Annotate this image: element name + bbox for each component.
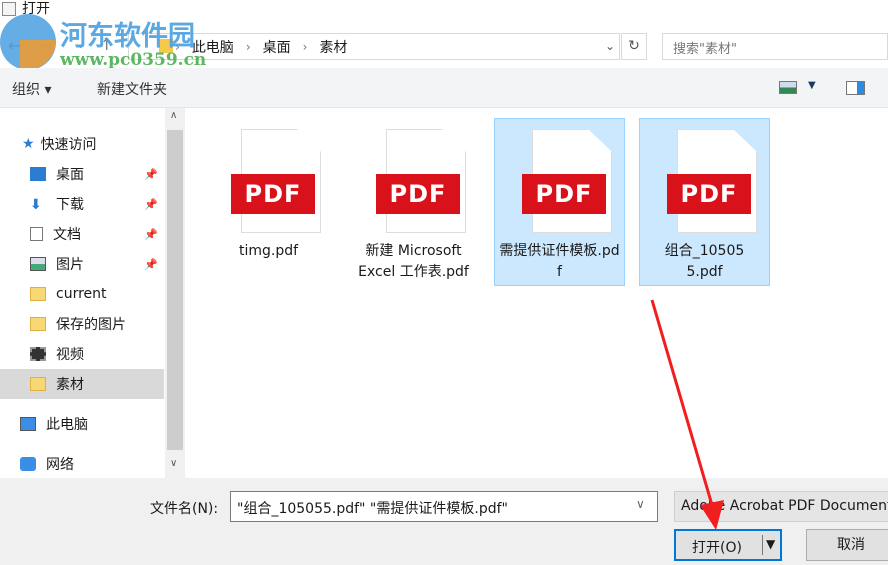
scrollbar-thumb[interactable] <box>167 130 183 450</box>
scroll-down-icon[interactable]: ∨ <box>170 458 177 469</box>
document-icon <box>30 227 43 241</box>
filename-input[interactable]: "组合_105055.pdf" "需提供证件模板.pdf" <box>230 491 658 522</box>
address-dropdown-icon[interactable]: ⌄ <box>598 34 622 59</box>
filename-label: 文件名(N): <box>150 501 219 517</box>
nav-network[interactable]: 网络 <box>0 449 164 479</box>
nav-label: 视频 <box>56 347 84 363</box>
open-button[interactable]: 打开(O) ▼ <box>674 529 782 561</box>
filename-dropdown-icon[interactable]: ∨ <box>636 497 645 511</box>
watermark-logo-accent <box>20 40 56 70</box>
file-item[interactable]: PDF timg.pdf <box>203 118 334 286</box>
pdf-icon: PDF <box>667 174 751 214</box>
download-icon: ⬇ <box>30 197 42 213</box>
nav-label: 素材 <box>56 377 84 393</box>
navigation-pane: ★ 快速访问 桌面 📌 ⬇ 下载 📌 文档 📌 图片 📌 current 保存的图片 视频 … <box>0 108 165 478</box>
chevron-right-icon: › <box>245 40 251 54</box>
desktop-icon <box>30 167 46 181</box>
nav-label: 桌面 <box>56 167 84 183</box>
nav-label: 图片 <box>56 257 84 273</box>
folder-icon <box>30 317 46 331</box>
nav-this-pc[interactable]: 此电脑 <box>0 409 164 439</box>
pdf-icon: PDF <box>522 174 606 214</box>
pin-icon: 📌 <box>144 167 158 181</box>
computer-icon <box>20 417 36 431</box>
scroll-up-icon[interactable]: ∧ <box>170 110 177 121</box>
folder-icon <box>30 377 46 391</box>
nav-documents[interactable]: 文档 📌 <box>0 219 164 249</box>
folder-icon <box>30 287 46 301</box>
pin-icon: 📌 <box>144 257 158 271</box>
cancel-button[interactable]: 取消 <box>806 529 888 561</box>
search-input[interactable]: 搜索"素材" <box>662 33 888 60</box>
file-name: timg.pdf <box>238 243 299 259</box>
file-item[interactable]: PDF 需提供证件模板.pdf <box>494 118 625 286</box>
nav-label: current <box>56 286 107 302</box>
pdf-icon: PDF <box>376 174 460 214</box>
pictures-icon <box>30 257 46 271</box>
pdf-icon: PDF <box>231 174 315 214</box>
network-icon <box>20 457 36 471</box>
open-label: 打开(O) <box>692 540 742 556</box>
chevron-right-icon: › <box>302 40 308 54</box>
nav-current[interactable]: current <box>0 279 164 309</box>
view-dropdown-icon[interactable]: ▼ <box>808 80 816 91</box>
split-divider <box>762 535 763 555</box>
crumb-desktop[interactable]: 桌面 <box>263 37 291 57</box>
nav-label: 网络 <box>46 457 74 473</box>
nav-label: 下载 <box>56 197 84 213</box>
refresh-button[interactable]: ↻ <box>621 33 647 60</box>
file-item[interactable]: PDF 新建 Microsoft Excel 工作表.pdf <box>348 118 479 286</box>
crumb-sucai[interactable]: 素材 <box>319 37 347 57</box>
pin-icon: 📌 <box>144 197 158 211</box>
pin-icon: 📌 <box>144 227 158 241</box>
nav-label: 此电脑 <box>46 417 88 433</box>
nav-pictures[interactable]: 图片 📌 <box>0 249 164 279</box>
nav-downloads[interactable]: ⬇ 下载 📌 <box>0 189 164 219</box>
nav-label: 保存的图片 <box>56 317 126 333</box>
file-item[interactable]: PDF 组合_105055.pdf <box>639 118 770 286</box>
toolbar: 组织 ▾ 新建文件夹 ▼ <box>0 68 888 108</box>
nav-desktop[interactable]: 桌面 📌 <box>0 159 164 189</box>
star-icon: ★ <box>22 136 35 152</box>
watermark-url: www.pc0359.cn <box>60 50 207 70</box>
organize-menu[interactable]: 组织 ▾ <box>12 79 51 99</box>
watermark-name: 河东软件园 <box>60 21 195 52</box>
view-mode-icon[interactable] <box>779 81 797 94</box>
nav-saved-pictures[interactable]: 保存的图片 <box>0 309 164 339</box>
video-icon <box>30 347 46 361</box>
nav-videos[interactable]: 视频 <box>0 339 164 369</box>
nav-sucai[interactable]: 素材 <box>0 369 164 399</box>
file-name: 组合_105055.pdf <box>664 243 745 280</box>
file-name: 需提供证件模板.pdf <box>499 243 620 280</box>
nav-label: 快速访问 <box>40 137 97 153</box>
preview-pane-icon[interactable] <box>846 81 865 95</box>
nav-label: 文档 <box>53 227 81 243</box>
new-folder-button[interactable]: 新建文件夹 <box>97 79 167 99</box>
open-dropdown-icon[interactable]: ▼ <box>766 537 775 551</box>
nav-quick-access[interactable]: ★ 快速访问 <box>0 129 164 159</box>
file-name: 新建 Microsoft Excel 工作表.pdf <box>358 243 469 280</box>
filetype-select[interactable]: Adobe Acrobat PDF Document <box>674 491 888 522</box>
